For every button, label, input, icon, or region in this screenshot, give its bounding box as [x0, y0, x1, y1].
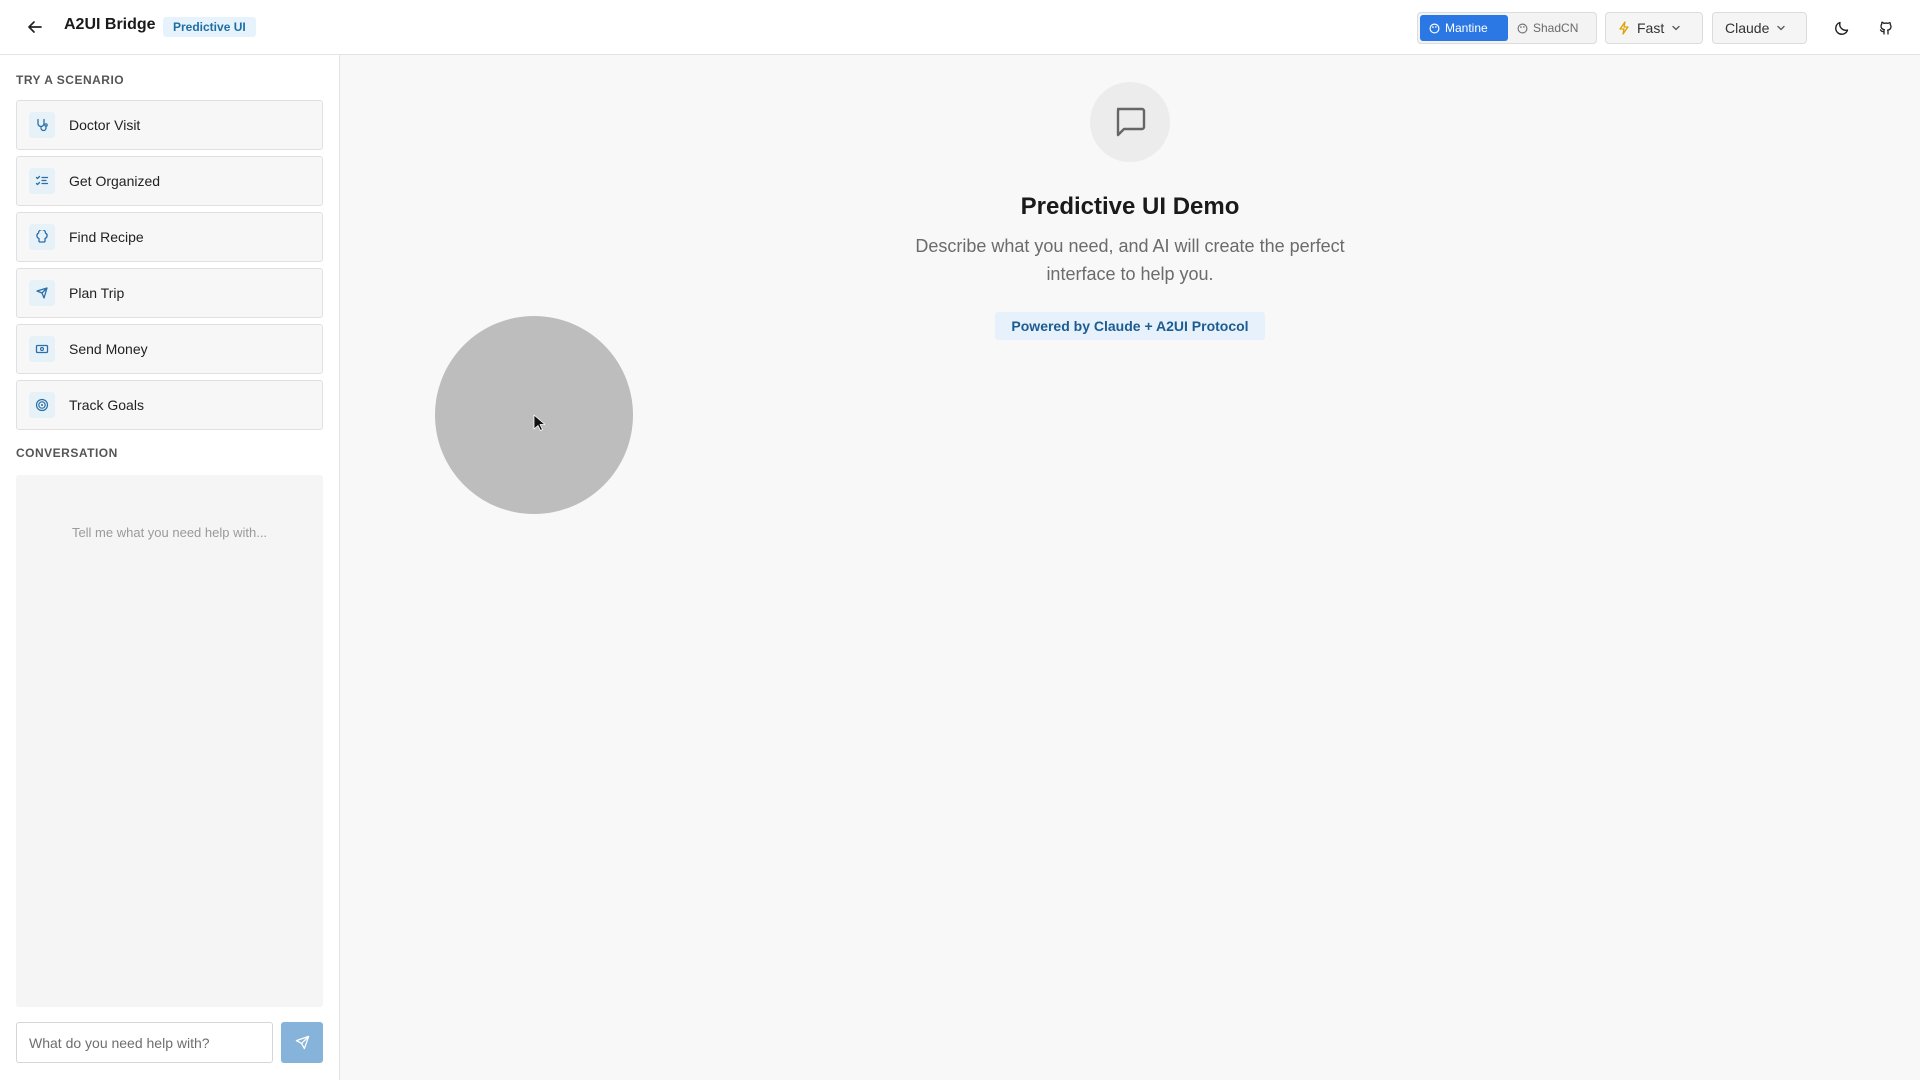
lightning-icon [1619, 21, 1629, 35]
speed-select[interactable]: Fast [1605, 12, 1703, 44]
message-square-icon [1116, 107, 1146, 137]
message-input[interactable] [16, 1022, 273, 1063]
cash-icon [29, 336, 55, 362]
scenario-label: Find Recipe [69, 229, 144, 245]
top-bar: A2UI Bridge Predictive UI Mantine ShadCN… [0, 0, 1920, 55]
chevron-down-icon [1777, 25, 1786, 31]
model-select[interactable]: Claude [1712, 12, 1807, 44]
palette-icon [1517, 23, 1528, 33]
page-title: Predictive UI Demo [1020, 193, 1240, 220]
ui-library-toggle: Mantine ShadCN [1417, 12, 1597, 44]
conversation-empty-text: Tell me what you need help with... [71, 525, 268, 540]
arrow-left-icon [28, 21, 42, 33]
chevron-down-icon [1672, 25, 1680, 31]
github-icon [1879, 21, 1892, 35]
conversation-panel: Tell me what you need help with... [16, 475, 323, 1007]
scenario-doctor-visit[interactable]: Doctor Visit [16, 100, 323, 150]
scenario-track-goals[interactable]: Track Goals [16, 380, 323, 430]
mantine-label: Mantine [1445, 21, 1488, 35]
scenario-label: Get Organized [69, 173, 161, 189]
plane-icon [29, 280, 55, 306]
scenario-get-organized[interactable]: Get Organized [16, 156, 323, 206]
scenario-label: Track Goals [69, 397, 144, 413]
scenario-label: Doctor Visit [69, 117, 141, 133]
scenario-label: Send Money [69, 341, 148, 357]
speed-value: Fast [1637, 20, 1665, 36]
stethoscope-icon [29, 112, 55, 138]
sidebar: TRY A SCENARIO Doctor Visit Get Organize… [0, 55, 340, 1080]
shadcn-label: ShadCN [1533, 21, 1579, 35]
target-icon [29, 392, 55, 418]
mantine-option[interactable]: Mantine [1420, 15, 1508, 41]
send-icon [295, 1035, 309, 1050]
scenario-send-money[interactable]: Send Money [16, 324, 323, 374]
send-button[interactable] [281, 1022, 323, 1063]
chat-illustration [1090, 82, 1170, 162]
scenario-list: Doctor Visit Get Organized Find Recipe P… [16, 100, 323, 436]
conversation-heading: CONVERSATION [16, 446, 118, 460]
scenario-find-recipe[interactable]: Find Recipe [16, 212, 323, 262]
model-value: Claude [1725, 20, 1770, 36]
palette-icon [1429, 23, 1440, 33]
app-title: A2UI Bridge [64, 16, 156, 33]
scenarios-heading: TRY A SCENARIO [16, 73, 125, 87]
powered-by-badge: Powered by Claude + A2UI Protocol [995, 312, 1265, 340]
scenario-plan-trip[interactable]: Plan Trip [16, 268, 323, 318]
moon-icon [1835, 21, 1849, 35]
github-button[interactable] [1873, 15, 1899, 41]
theme-toggle-button[interactable] [1829, 15, 1855, 41]
checklist-icon [29, 168, 55, 194]
mouse-cursor-icon [533, 414, 545, 431]
page-description: Describe what you need, and AI will crea… [915, 236, 1345, 284]
scenario-label: Plan Trip [69, 285, 125, 301]
shadcn-option[interactable]: ShadCN [1508, 15, 1594, 41]
back-button[interactable] [22, 14, 48, 40]
chef-hat-icon [29, 224, 55, 250]
mode-badge: Predictive UI [163, 17, 256, 37]
